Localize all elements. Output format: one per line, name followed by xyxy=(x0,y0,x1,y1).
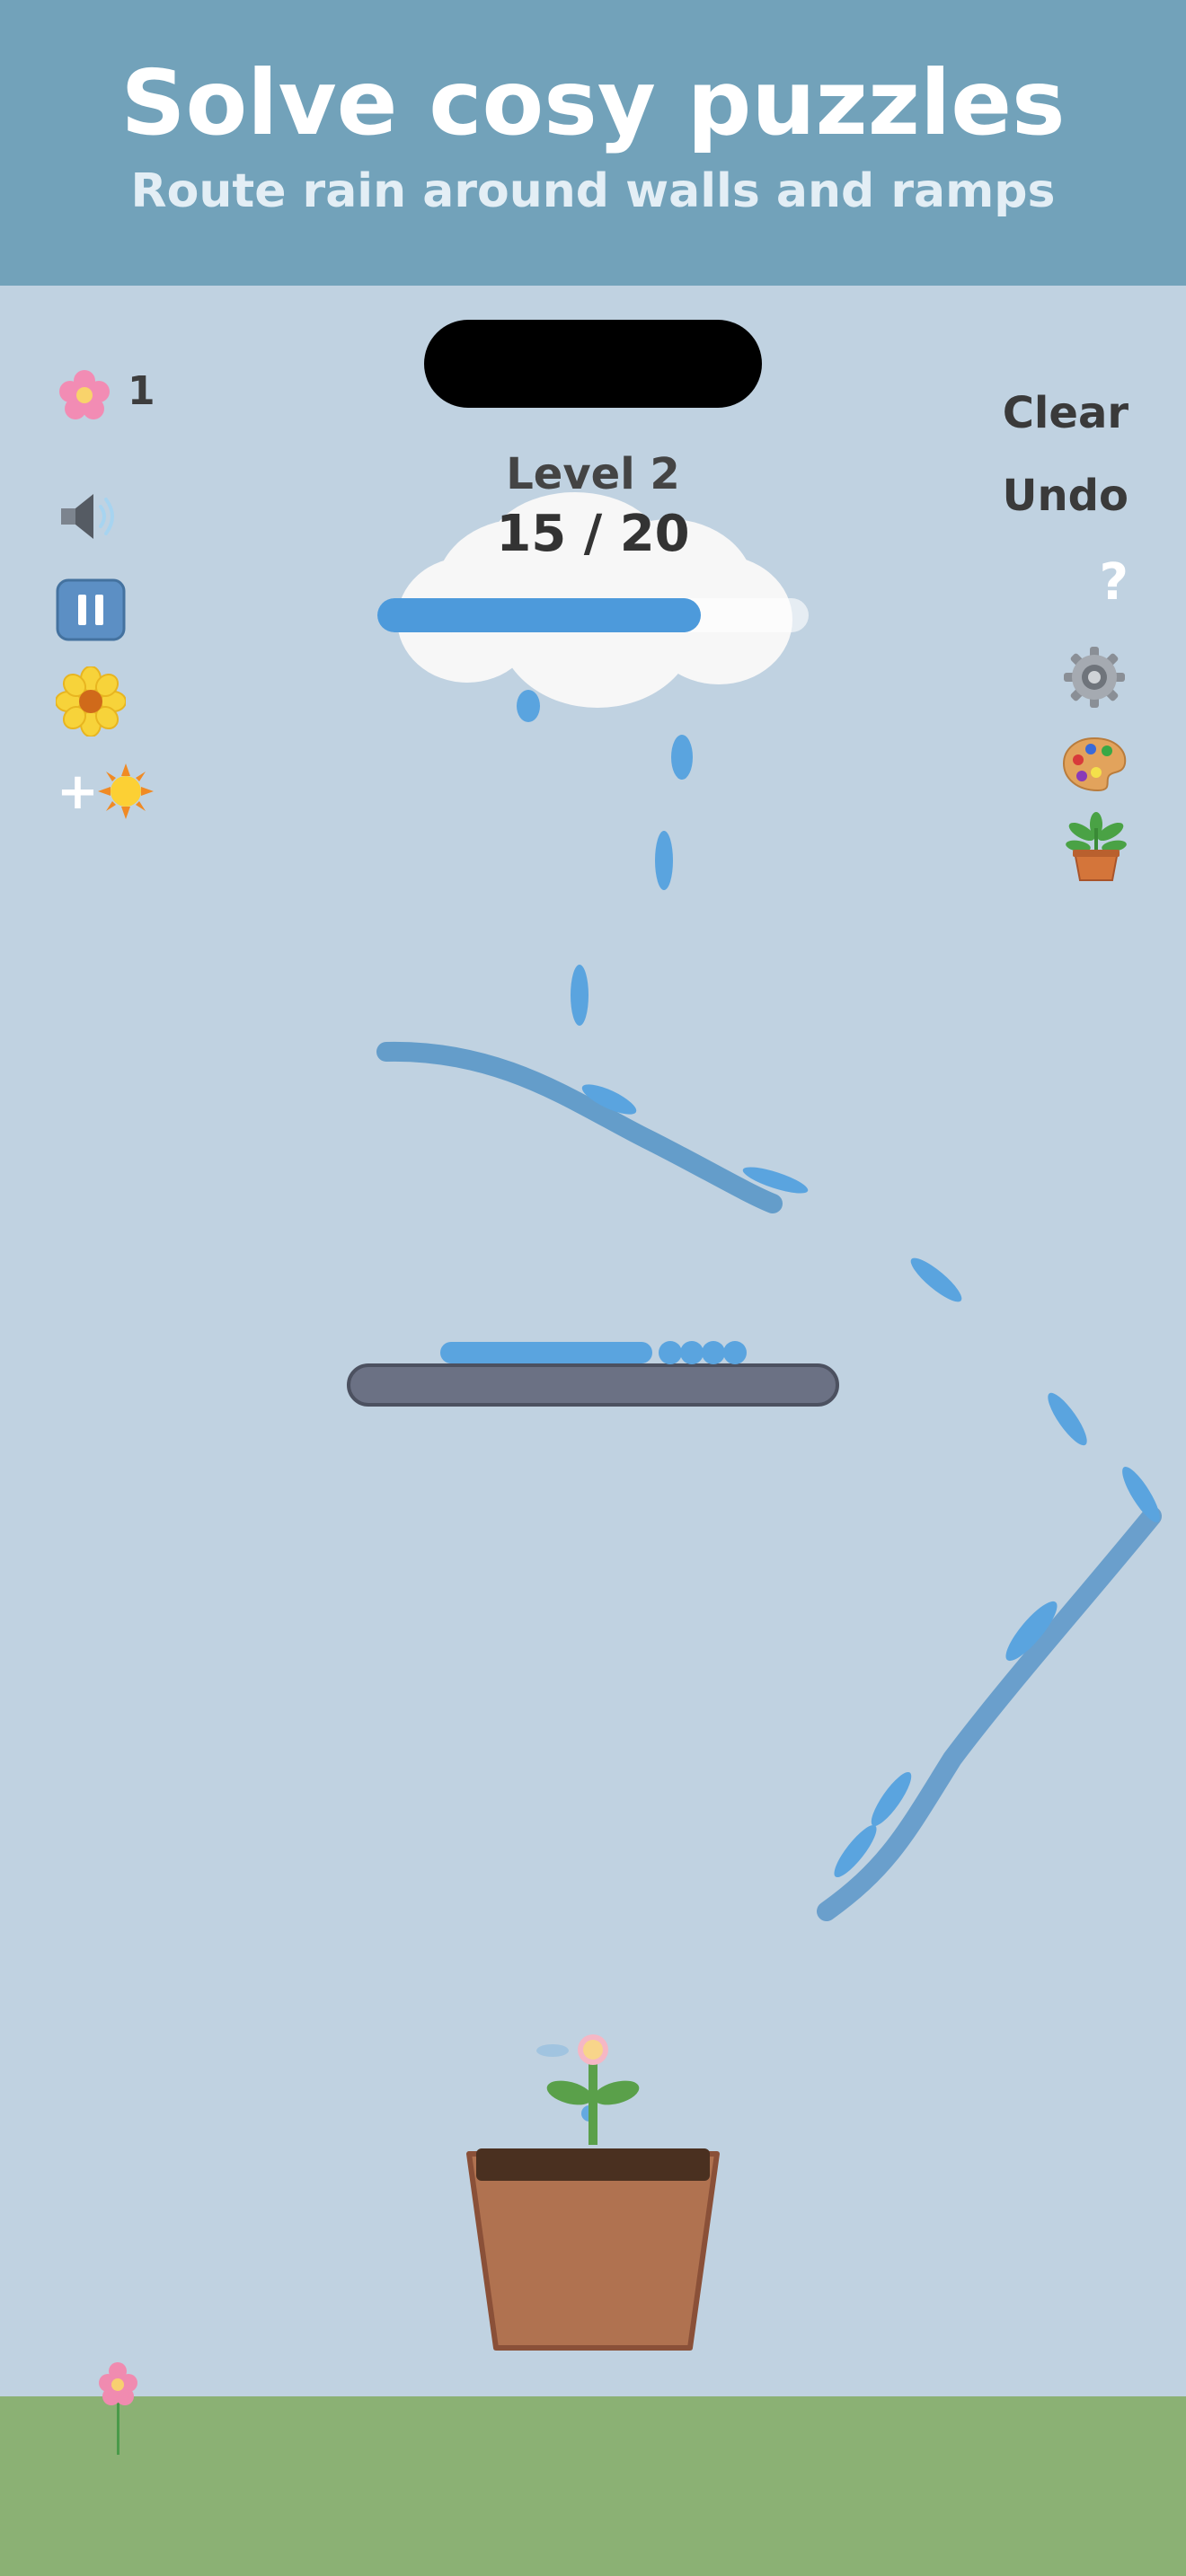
raindrop xyxy=(536,2044,569,2057)
banner-subtitle: Route rain around walls and ramps xyxy=(130,164,1056,218)
drawn-ramp-lower[interactable] xyxy=(817,1506,1162,1921)
banner-title: Solve cosy puzzles xyxy=(120,50,1066,155)
pooled-water xyxy=(440,1341,747,1364)
gear-icon[interactable] xyxy=(1060,643,1128,711)
raindrop xyxy=(517,690,540,722)
pink-flower-icon xyxy=(58,368,111,422)
drawn-ramp-upper[interactable] xyxy=(376,1041,783,1213)
raindrop xyxy=(1048,1392,1087,1446)
raindrop xyxy=(655,831,673,890)
raindrop xyxy=(671,735,693,780)
ground-flower xyxy=(99,2362,137,2455)
plus-icon: + xyxy=(57,762,99,821)
raindrop xyxy=(571,965,589,1026)
palette-icon[interactable] xyxy=(1060,735,1128,794)
sun-icon xyxy=(98,763,154,819)
add-sun-button[interactable]: + xyxy=(52,760,160,823)
undo-button[interactable]: Undo xyxy=(1003,471,1128,521)
flower-pot xyxy=(466,2148,720,2351)
flowers-count: 1 xyxy=(128,368,155,414)
potted-plant-icon[interactable] xyxy=(1062,812,1130,884)
help-button[interactable]: ? xyxy=(1100,553,1128,612)
yellow-flower-icon[interactable] xyxy=(56,666,126,737)
speaker-icon[interactable] xyxy=(54,485,126,548)
game-area[interactable]: 1 Level 2 15 / 20 Clear Undo ? + xyxy=(0,286,1186,2576)
progress-fill xyxy=(377,598,701,632)
promo-banner: Solve cosy puzzles Route rain around wal… xyxy=(0,0,1186,286)
device-notch xyxy=(424,320,762,408)
raindrop xyxy=(910,1257,962,1302)
stone-wall xyxy=(347,1363,839,1407)
pause-icon[interactable] xyxy=(56,578,126,641)
clear-button[interactable]: Clear xyxy=(1003,388,1128,438)
